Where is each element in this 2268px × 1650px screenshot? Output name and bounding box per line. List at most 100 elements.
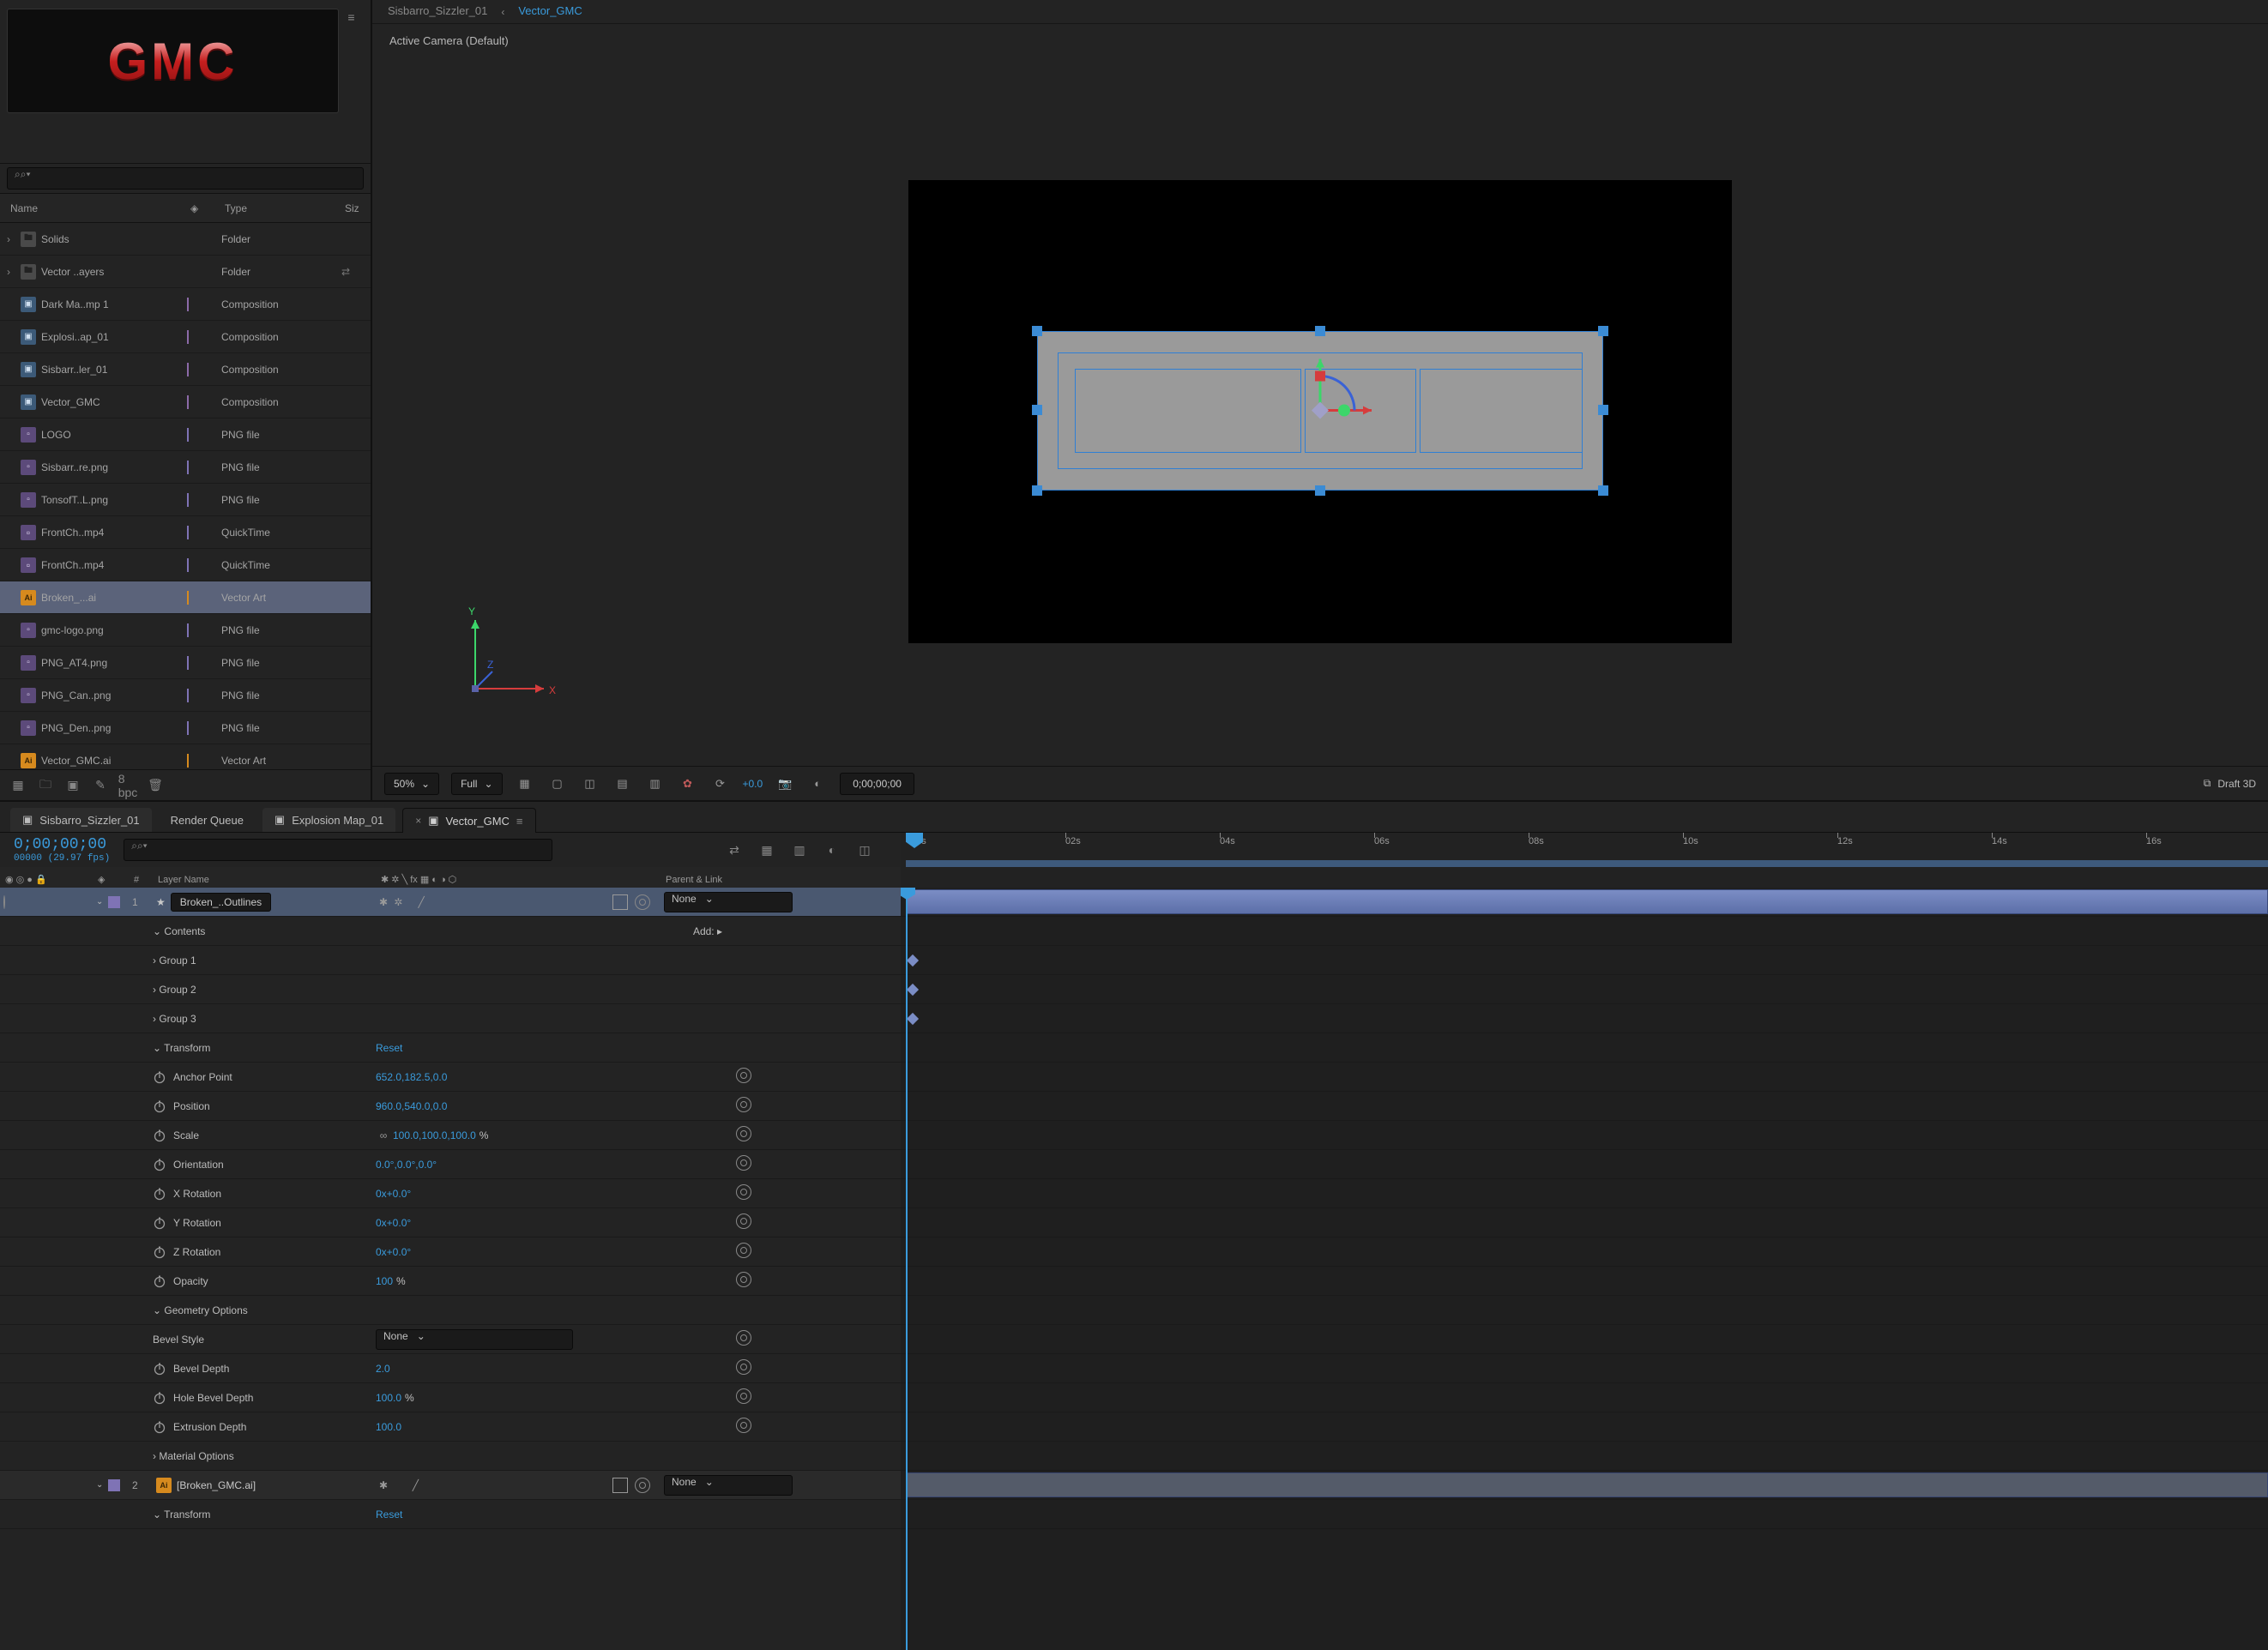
time-ruler[interactable]: 00s02s04s06s08s10s12s14s16s [901,833,2268,893]
col-size[interactable]: Siz [341,202,376,214]
stopwatch-icon[interactable] [153,1187,166,1201]
handle[interactable] [1598,405,1608,415]
channel-icon[interactable]: ▥ [645,774,666,794]
label-swatch[interactable] [187,623,189,637]
property-value[interactable]: 0x+0.0° [376,1217,736,1229]
property-value[interactable]: 100% [376,1275,736,1287]
constrain-proportions-icon[interactable]: ∞ [376,1129,391,1141]
color-mgmt-icon[interactable]: ✿ [678,774,698,794]
col-type[interactable]: Type [221,202,341,214]
new-folder-icon[interactable]: 🗀 [36,776,55,795]
handle[interactable] [1032,405,1042,415]
interpret-footage-icon[interactable]: ▦ [9,776,27,795]
property-value[interactable]: 960.0,540.0,0.0 [376,1100,736,1112]
snapshot-icon[interactable]: 📷 [775,774,795,794]
track-row[interactable] [901,1325,2268,1354]
label-swatch[interactable] [187,428,189,442]
draft-3d-toggle[interactable]: Draft 3D [2217,778,2256,790]
track-row[interactable] [901,1238,2268,1267]
track-row[interactable] [901,917,2268,946]
label-swatch[interactable] [187,558,189,572]
project-item[interactable]: ▣Sisbarr..ler_01 Composition [0,353,371,386]
layer-name[interactable]: [Broken_GMC.ai] [177,1479,256,1491]
3d-gizmo[interactable] [1252,342,1389,482]
timeline-tab-4[interactable]: ×▣Vector_GMC≡ [402,808,535,833]
project-item[interactable]: ▫FrontCh..mp4 QuickTime [0,516,371,549]
track-row[interactable] [901,1471,2268,1500]
track-row[interactable] [901,1179,2268,1208]
show-snapshot-icon[interactable]: ◐ [807,774,828,794]
handle[interactable] [1598,485,1608,496]
exposure-value[interactable]: +0.0 [743,778,763,790]
playhead[interactable] [906,833,923,848]
project-item[interactable]: ▣Dark Ma..mp 1 Composition [0,288,371,321]
new-comp-icon[interactable]: ▣ [63,776,82,795]
project-item[interactable]: ▫Sisbarr..re.png PNG file [0,451,371,484]
project-item[interactable]: ▫LOGO PNG file [0,419,371,451]
track-row[interactable] [901,1412,2268,1442]
stopwatch-icon[interactable] [153,1216,166,1230]
expression-pickwhip-icon[interactable] [736,1184,751,1200]
comp-mini-flow-icon[interactable]: ⇄ [722,838,746,862]
magnification-dropdown[interactable]: 50%⌄ [384,773,439,795]
track-row[interactable] [901,1354,2268,1383]
bpc-toggle[interactable]: 8 bpc [118,776,137,795]
track-row[interactable] [901,1033,2268,1063]
timeline-tracks[interactable] [901,888,2268,1650]
label-swatch[interactable] [187,656,189,670]
twirl-icon[interactable]: ⌄ [96,897,103,906]
preview-timecode[interactable]: 0;00;00;00 [840,773,914,795]
geometry-options-group[interactable]: ⌄ Geometry Options [0,1296,901,1325]
label-swatch[interactable] [187,721,189,735]
handle[interactable] [1315,485,1325,496]
property-value[interactable]: 0x+0.0° [376,1246,736,1258]
expression-pickwhip-icon[interactable] [736,1243,751,1258]
timeline-tab-3[interactable]: ▣Explosion Map_01 [262,808,395,832]
panel-menu-icon[interactable]: ≡ [339,9,364,26]
expression-pickwhip-icon[interactable] [736,1097,751,1112]
flow-tab-1[interactable]: Sisbarro_Sizzler_01 [388,4,487,19]
stopwatch-icon[interactable] [153,1070,166,1084]
project-item[interactable]: ›🖿Vector ..ayers Folder ⇄ [0,256,371,288]
label-swatch[interactable] [187,754,189,768]
project-item[interactable]: ▫PNG_Can..png PNG file [0,679,371,712]
add-menu-icon[interactable]: ▸ [717,925,722,937]
adjust-icon[interactable]: ✎ [91,776,110,795]
timeline-tab-render-queue[interactable]: Render Queue [159,809,256,832]
project-item[interactable]: ▫TonsofT..L.png PNG file [0,484,371,516]
stopwatch-icon[interactable] [153,1158,166,1171]
project-item[interactable]: ›🖿Solids Folder [0,223,371,256]
layer-row-2[interactable]: ⌄ 2 Ai[Broken_GMC.ai] ✱ ╱ None ⌄ [0,1471,901,1500]
timeline-search-input[interactable]: ⌕▾ [124,839,552,861]
property-value[interactable]: 0.0°,0.0°,0.0° [376,1159,736,1171]
expression-pickwhip-icon[interactable] [736,1213,751,1229]
graph-editor-icon[interactable]: ◫ [853,838,877,862]
pickwhip-icon[interactable] [635,1478,650,1493]
track-row[interactable] [901,1442,2268,1471]
track-row[interactable] [901,1296,2268,1325]
bevel-style-dropdown[interactable]: None ⌄ [376,1329,573,1350]
track-row[interactable] [901,1121,2268,1150]
track-row[interactable] [901,946,2268,975]
expression-pickwhip-icon[interactable] [736,1359,751,1375]
close-tab-icon[interactable]: × [415,815,421,827]
material-options-group[interactable]: › Material Options [0,1442,901,1471]
project-item[interactable]: ▫FrontCh..mp4 QuickTime [0,549,371,581]
track-row[interactable] [901,1208,2268,1238]
project-item[interactable]: AiBroken_...ai Vector Art [0,581,371,614]
property-value[interactable]: ∞100.0,100.0,100.0% [376,1129,736,1141]
parent-link-header[interactable]: Parent & Link [664,875,901,885]
expression-pickwhip-icon[interactable] [736,1388,751,1404]
keyframe-diamond[interactable] [907,984,919,996]
frame-blend-icon[interactable]: ▥ [787,838,811,862]
track-row[interactable] [901,1383,2268,1412]
parent-dropdown[interactable]: None ⌄ [664,1475,793,1496]
property-value[interactable]: 0x+0.0° [376,1188,736,1200]
stopwatch-icon[interactable] [153,1129,166,1142]
keyframe-diamond[interactable] [907,954,919,967]
label-swatch[interactable] [187,526,189,539]
track-row[interactable] [901,1092,2268,1121]
label-swatch[interactable] [187,493,189,507]
fast-preview-icon[interactable]: ⧉ [2204,777,2211,790]
stopwatch-icon[interactable] [153,1274,166,1288]
